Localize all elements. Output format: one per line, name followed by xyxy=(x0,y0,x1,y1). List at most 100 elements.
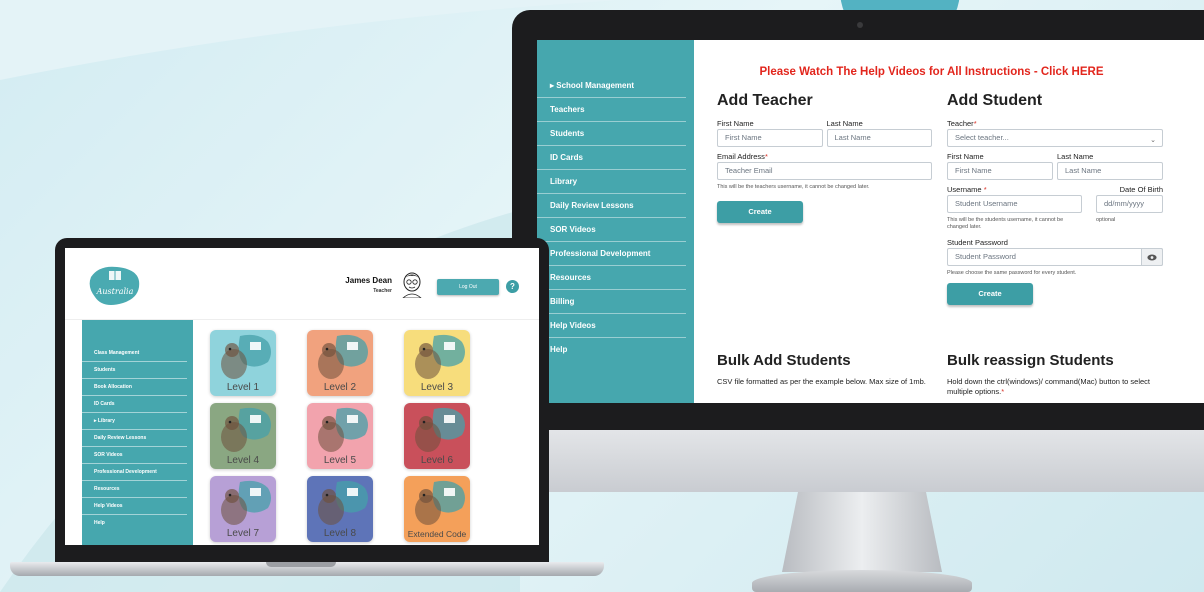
dob-group: Date Of Birth dd/mm/yyyy optional xyxy=(1096,184,1163,237)
laptop-header: Australia James Dean Teacher Log Out ? xyxy=(65,248,539,320)
avatar xyxy=(402,272,422,298)
level-tile-5[interactable]: Level 5 xyxy=(307,403,373,469)
show-password-button[interactable] xyxy=(1141,248,1163,266)
sidebar-item-help[interactable]: Help xyxy=(537,338,686,362)
sidebar-item-id-cards[interactable]: ID Cards xyxy=(82,396,187,413)
sidebar-item-resources[interactable]: Resources xyxy=(82,481,187,498)
help-button[interactable]: ? xyxy=(506,280,519,293)
sidebar-item-library[interactable]: ▸ Library xyxy=(82,413,187,430)
sidebar-item-daily-review-lessons[interactable]: Daily Review Lessons xyxy=(82,430,187,447)
student-first-name-group: First Name First Name xyxy=(947,151,1053,184)
sidebar-item-students[interactable]: Students xyxy=(82,362,187,379)
user-name: James Dean xyxy=(345,276,392,285)
laptop-screen: Australia James Dean Teacher Log Out ? C… xyxy=(65,248,539,545)
level-tile-2[interactable]: Level 2 xyxy=(307,330,373,396)
desktop-screen: ▸ School Management Teachers Students ID… xyxy=(537,40,1204,403)
level-tile-4[interactable]: Level 4 xyxy=(210,403,276,469)
sidebar-item-help-videos[interactable]: Help Videos xyxy=(537,314,686,338)
level-grid: Level 1 Level 2 Level 3 Level 4 Level 5 Level… xyxy=(210,330,530,545)
level-tile-9[interactable]: Extended Code xyxy=(404,476,470,542)
sidebar-item-resources[interactable]: Resources xyxy=(537,266,686,290)
teacher-select[interactable]: Select teacher... ⌄ xyxy=(947,129,1163,147)
teacher-first-name-group: First Name First Name xyxy=(717,118,823,151)
student-last-name-input[interactable]: Last Name xyxy=(1057,162,1163,180)
level-tile-label: Level 8 xyxy=(323,528,357,539)
student-username-label-text: Username xyxy=(947,185,982,194)
level-tile-label: Level 3 xyxy=(420,382,454,393)
dob-hint: optional xyxy=(1096,217,1116,223)
required-mark: * xyxy=(973,119,977,128)
level-tile-8[interactable]: Level 8 xyxy=(307,476,373,542)
bulk-add-text: CSV file formatted as per the example be… xyxy=(717,377,926,386)
teacher-email-hint: This will be the teachers username, it c… xyxy=(717,184,870,190)
teacher-last-name-input[interactable]: Last Name xyxy=(826,129,932,147)
laptop: Australia James Dean Teacher Log Out ? C… xyxy=(55,238,549,562)
username-dob-row: Username * Student Username This will be… xyxy=(947,184,1163,237)
teacher-first-name-input[interactable]: First Name xyxy=(717,129,823,147)
level-tile-3[interactable]: Level 3 xyxy=(404,330,470,396)
sidebar-item-students[interactable]: Students xyxy=(537,122,686,146)
sidebar-item-billing[interactable]: Billing xyxy=(537,290,686,314)
dob-input[interactable]: dd/mm/yyyy xyxy=(1096,195,1163,213)
teacher-email-label: Email Address* xyxy=(717,151,932,162)
level-tile-1[interactable]: Level 1 xyxy=(210,330,276,396)
bulk-add-title: Bulk Add Students xyxy=(717,352,851,369)
create-student-button[interactable]: Create xyxy=(947,283,1033,305)
logo-text: Australia xyxy=(96,287,134,296)
sidebar-item-sor-videos[interactable]: SOR Videos xyxy=(537,218,686,242)
eye-icon xyxy=(1147,254,1157,260)
sidebar-item-school-management[interactable]: ▸ School Management xyxy=(537,74,686,98)
sidebar-item-book-allocation[interactable]: Book Allocation xyxy=(82,379,187,396)
chevron-down-icon: ⌄ xyxy=(1150,137,1156,144)
logo-icon xyxy=(89,266,140,305)
bulk-reassign-text: Hold down the ctrl(windows)/ command(Mac… xyxy=(947,377,1163,397)
student-name-row: First Name First Name Last Name Last Nam… xyxy=(947,151,1163,184)
student-teacher-label-text: Teacher xyxy=(947,119,974,128)
level-tile-label: Level 1 xyxy=(226,382,260,393)
student-last-name-group: Last Name Last Name xyxy=(1057,151,1163,184)
student-username-input[interactable]: Student Username xyxy=(947,195,1082,213)
teacher-first-name-label: First Name xyxy=(717,119,754,128)
sidebar-item-library[interactable]: Library xyxy=(537,170,686,194)
bulk-add-section: Bulk Add Students CSV file formatted as … xyxy=(717,352,932,387)
username-group: Username * Student Username This will be… xyxy=(947,184,1082,237)
level-tile-7[interactable]: Level 7 xyxy=(210,476,276,542)
australia-logo: Australia xyxy=(87,263,143,307)
student-teacher-label: Teacher* xyxy=(947,118,1163,129)
sidebar-item-professional-development[interactable]: Professional Development xyxy=(537,242,686,266)
user-role: Teacher xyxy=(373,288,392,294)
teacher-email-input[interactable]: Teacher Email xyxy=(717,162,932,180)
password-field-wrap: Student Password xyxy=(947,248,1163,266)
student-password-input[interactable]: Student Password xyxy=(947,248,1163,266)
desktop-main: Please Watch The Help Videos for All Ins… xyxy=(694,40,1204,403)
sidebar-item-sor-videos[interactable]: SOR Videos xyxy=(82,447,187,464)
dob-label: Date Of Birth xyxy=(1119,185,1163,194)
sidebar-item-daily-review-lessons[interactable]: Daily Review Lessons xyxy=(537,194,686,218)
sidebar-item-id-cards[interactable]: ID Cards xyxy=(537,146,686,170)
sidebar-item-teachers[interactable]: Teachers xyxy=(537,98,686,122)
bulk-reassign-text-body: Hold down the ctrl(windows)/ command(Mac… xyxy=(947,377,1150,396)
student-first-name-input[interactable]: First Name xyxy=(947,162,1053,180)
teacher-last-name-group: Last Name Last Name xyxy=(826,118,932,151)
add-teacher-form: Add Teacher First Name First Name Last N… xyxy=(717,92,932,223)
laptop-sidebar: Class Management Students Book Allocatio… xyxy=(82,320,193,545)
logout-button[interactable]: Log Out xyxy=(437,279,499,295)
student-password-label: Student Password xyxy=(947,238,1008,247)
monitor-chin xyxy=(512,430,1204,492)
create-teacher-button[interactable]: Create xyxy=(717,201,803,223)
laptop-notch xyxy=(266,562,336,567)
monitor-stand xyxy=(782,492,942,572)
student-first-name-label: First Name xyxy=(947,152,984,161)
level-tile-label: Level 6 xyxy=(420,455,454,466)
sidebar-item-professional-development[interactable]: Professional Development xyxy=(82,464,187,481)
help-videos-banner-link[interactable]: Please Watch The Help Videos for All Ins… xyxy=(694,66,1169,78)
level-tile-6[interactable]: Level 6 xyxy=(404,403,470,469)
desktop-sidebar: ▸ School Management Teachers Students ID… xyxy=(537,40,694,403)
bulk-reassign-title: Bulk reassign Students xyxy=(947,352,1114,369)
level-tile-label: Level 5 xyxy=(323,455,357,466)
teacher-select-value: Select teacher... xyxy=(955,133,1009,142)
sidebar-item-class-management[interactable]: Class Management xyxy=(82,345,187,362)
student-username-label: Username * xyxy=(947,184,1082,195)
sidebar-item-help-videos[interactable]: Help Videos xyxy=(82,498,187,515)
sidebar-item-help[interactable]: Help xyxy=(82,515,187,532)
